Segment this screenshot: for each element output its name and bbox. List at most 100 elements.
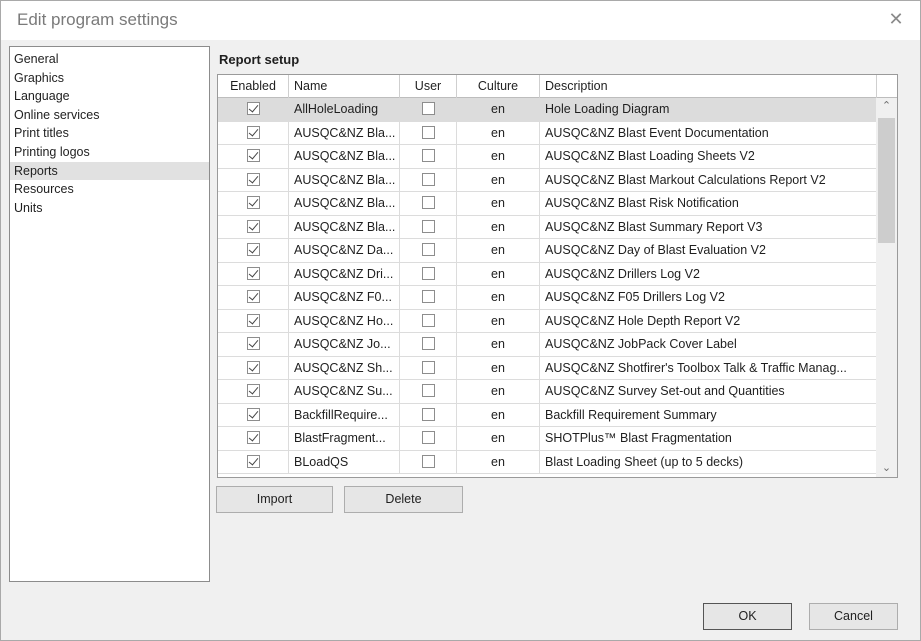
name-cell: AUSQC&NZ Bla... xyxy=(289,145,400,168)
user-checkbox[interactable] xyxy=(421,454,435,468)
nav-item-language[interactable]: Language xyxy=(10,87,209,106)
table-row[interactable]: AUSQC&NZ Sh... en AUSQC&NZ Shotfirer's Too… xyxy=(218,356,877,380)
nav-item-printing-logos[interactable]: Printing logos xyxy=(10,143,209,162)
description-cell: AUSQC&NZ JobPack Cover Label xyxy=(540,333,877,356)
column-header-user[interactable]: User xyxy=(400,75,457,98)
nav-item-reports[interactable]: Reports xyxy=(10,161,209,181)
enabled-checkbox[interactable] xyxy=(246,360,260,374)
user-checkbox[interactable] xyxy=(421,266,435,280)
description-cell: AUSQC&NZ Blast Loading Sheets V2 xyxy=(540,145,877,168)
user-checkbox[interactable] xyxy=(421,384,435,398)
enabled-checkbox[interactable] xyxy=(246,102,260,116)
table-row[interactable]: AUSQC&NZ Jo... en AUSQC&NZ JobPack Cover L… xyxy=(218,333,877,357)
enabled-checkbox[interactable] xyxy=(246,290,260,304)
table-row[interactable]: BLoadQS en Blast Loading Sheet (up to 5 de… xyxy=(218,450,877,474)
nav-item-print-titles[interactable]: Print titles xyxy=(10,124,209,143)
table-row[interactable]: AllHoleLoading en Hole Loading Diagram xyxy=(218,98,877,122)
user-cell xyxy=(400,380,457,403)
enabled-checkbox[interactable] xyxy=(246,196,260,210)
user-checkbox[interactable] xyxy=(421,219,435,233)
nav-item-online-services[interactable]: Online services xyxy=(10,106,209,125)
table-row[interactable]: BlastFragment... en SHOTPlus™ Blast Fragme… xyxy=(218,427,877,451)
table-row[interactable]: AUSQC&NZ Bla... en AUSQC&NZ Blast Loading … xyxy=(218,145,877,169)
grid-header: Enabled Name User Culture Description xyxy=(218,75,897,98)
enabled-checkbox[interactable] xyxy=(246,243,260,257)
user-checkbox[interactable] xyxy=(421,149,435,163)
user-checkbox[interactable] xyxy=(421,313,435,327)
enabled-checkbox[interactable] xyxy=(246,313,260,327)
user-checkbox[interactable] xyxy=(421,290,435,304)
user-cell xyxy=(400,145,457,168)
column-header-spacer xyxy=(877,75,897,98)
table-row[interactable]: AUSQC&NZ Bla... en AUSQC&NZ Blast Markout … xyxy=(218,168,877,192)
enabled-cell xyxy=(218,121,289,145)
nav-item-general[interactable]: General xyxy=(10,50,209,69)
report-grid: Enabled Name User Culture Description Al… xyxy=(217,74,898,478)
enabled-cell xyxy=(218,380,289,403)
user-cell xyxy=(400,215,457,239)
nav-item-units[interactable]: Units xyxy=(10,199,209,218)
enabled-checkbox[interactable] xyxy=(246,219,260,233)
enabled-cell xyxy=(218,98,289,121)
culture-cell: en xyxy=(457,121,540,145)
culture-cell: en xyxy=(457,450,540,474)
table-row[interactable]: AUSQC&NZ Su... en AUSQC&NZ Survey Set-out … xyxy=(218,380,877,404)
table-row[interactable]: AUSQC&NZ Da... en AUSQC&NZ Day of Blast Ev… xyxy=(218,239,877,263)
name-cell: AUSQC&NZ Dri... xyxy=(289,262,400,286)
description-cell: AUSQC&NZ Blast Markout Calculations Repo… xyxy=(540,168,877,192)
enabled-checkbox[interactable] xyxy=(246,454,260,468)
nav-item-graphics[interactable]: Graphics xyxy=(10,69,209,88)
column-header-description[interactable]: Description xyxy=(540,75,877,98)
settings-category-list[interactable]: General Graphics Language Online services Pr… xyxy=(9,46,210,582)
table-row[interactable]: AUSQC&NZ F0... en AUSQC&NZ F05 Drillers Lo… xyxy=(218,286,877,310)
enabled-checkbox[interactable] xyxy=(246,407,260,421)
user-checkbox[interactable] xyxy=(421,125,435,139)
table-row[interactable]: AUSQC&NZ Bla... en AUSQC&NZ Blast Summary … xyxy=(218,215,877,239)
user-checkbox[interactable] xyxy=(421,431,435,445)
table-row[interactable]: AUSQC&NZ Bla... en AUSQC&NZ Blast Risk Not… xyxy=(218,192,877,216)
name-cell: AUSQC&NZ F0... xyxy=(289,286,400,309)
user-checkbox[interactable] xyxy=(421,360,435,374)
user-checkbox[interactable] xyxy=(421,102,435,116)
scroll-thumb[interactable] xyxy=(878,118,895,243)
delete-button[interactable]: Delete xyxy=(344,486,463,513)
enabled-checkbox[interactable] xyxy=(246,125,260,139)
enabled-cell xyxy=(218,309,289,333)
nav-item-resources[interactable]: Resources xyxy=(10,180,209,199)
close-icon[interactable]: ✕ xyxy=(886,9,906,29)
user-cell xyxy=(400,450,457,474)
import-button[interactable]: Import xyxy=(216,486,333,513)
enabled-checkbox[interactable] xyxy=(246,266,260,280)
culture-cell: en xyxy=(457,215,540,239)
culture-cell: en xyxy=(457,262,540,286)
column-header-culture[interactable]: Culture xyxy=(457,75,540,98)
user-checkbox[interactable] xyxy=(421,196,435,210)
enabled-checkbox[interactable] xyxy=(246,431,260,445)
description-cell: AUSQC&NZ Shotfirer's Toolbox Talk & Traf… xyxy=(540,356,877,380)
column-header-enabled[interactable]: Enabled xyxy=(218,75,289,98)
user-checkbox[interactable] xyxy=(421,407,435,421)
table-row[interactable]: BackfillRequire... en Backfill Requirement… xyxy=(218,403,877,427)
scroll-up-icon[interactable]: ⌃ xyxy=(876,98,897,115)
user-checkbox[interactable] xyxy=(421,172,435,186)
table-row[interactable]: AUSQC&NZ Ho... en AUSQC&NZ Hole Depth Repo… xyxy=(218,309,877,333)
user-cell xyxy=(400,309,457,333)
user-checkbox[interactable] xyxy=(421,337,435,351)
cancel-button[interactable]: Cancel xyxy=(809,603,898,630)
scroll-down-icon[interactable]: ⌄ xyxy=(876,460,897,477)
user-cell xyxy=(400,168,457,192)
window-title: Edit program settings xyxy=(17,10,178,29)
description-cell: Backfill Requirement Summary xyxy=(540,403,877,427)
enabled-checkbox[interactable] xyxy=(246,384,260,398)
enabled-cell xyxy=(218,450,289,474)
user-checkbox[interactable] xyxy=(421,243,435,257)
vertical-scrollbar[interactable]: ⌃ ⌄ xyxy=(876,98,897,477)
table-row[interactable]: AUSQC&NZ Dri... en AUSQC&NZ Drillers Log V… xyxy=(218,262,877,286)
enabled-checkbox[interactable] xyxy=(246,149,260,163)
enabled-checkbox[interactable] xyxy=(246,337,260,351)
enabled-checkbox[interactable] xyxy=(246,172,260,186)
table-row[interactable]: AUSQC&NZ Bla... en AUSQC&NZ Blast Event Do… xyxy=(218,121,877,145)
column-header-name[interactable]: Name xyxy=(289,75,400,98)
ok-button[interactable]: OK xyxy=(703,603,792,630)
enabled-cell xyxy=(218,356,289,380)
